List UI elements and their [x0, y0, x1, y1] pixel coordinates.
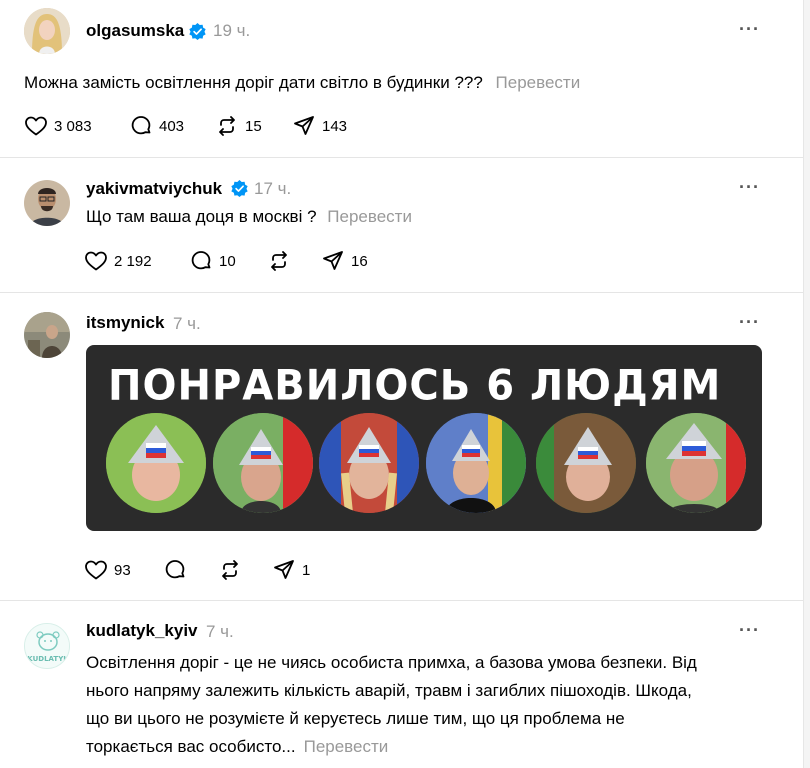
- face-5: [536, 413, 636, 513]
- more-icon[interactable]: ···: [739, 19, 760, 40]
- like-count: 93: [114, 561, 131, 579]
- avatar[interactable]: KUDLATYK: [24, 623, 70, 669]
- more-icon[interactable]: ···: [739, 177, 760, 198]
- reply-count: 10: [219, 252, 236, 270]
- post-yakivmatviychuk: yakivmatviychuk 17 ч. ··· Що там ваша до…: [0, 158, 803, 293]
- avatar[interactable]: [24, 8, 70, 54]
- face-6: [646, 413, 746, 513]
- post-image-caption: ПОНРАВИЛОСЬ 6 ЛЮДЯМ: [108, 361, 722, 411]
- post-time[interactable]: 17 ч.: [254, 179, 291, 199]
- post-text: Що там ваша доця в москві ? Перевести: [86, 203, 412, 231]
- heart-icon: [85, 251, 107, 271]
- share-count: 1: [302, 561, 311, 579]
- reply-icon: [191, 251, 211, 270]
- reply-count: 403: [159, 117, 185, 135]
- username[interactable]: itsmynick: [86, 313, 164, 333]
- post-text-content: Що там ваша доця в москві ?: [86, 207, 317, 226]
- avatar[interactable]: [24, 180, 70, 226]
- translate-link[interactable]: Перевести: [496, 73, 581, 92]
- repost-button[interactable]: [218, 558, 242, 582]
- post-actions: 2 192 10 16: [84, 249, 484, 273]
- more-icon[interactable]: ···: [739, 312, 760, 333]
- heart-icon: [85, 560, 107, 580]
- reply-icon: [131, 116, 151, 135]
- post-actions: 93 1: [84, 558, 484, 582]
- share-count: 16: [351, 252, 368, 270]
- repost-icon: [222, 560, 238, 580]
- share-button[interactable]: 1: [272, 558, 310, 582]
- translate-link[interactable]: Перевести: [327, 207, 412, 226]
- repost-icon: [219, 116, 235, 136]
- username[interactable]: olgasumska: [86, 21, 184, 41]
- like-button[interactable]: 93: [84, 558, 131, 582]
- scrollbar[interactable]: [803, 0, 810, 768]
- avatar-logo-text: KUDLATYK: [27, 655, 69, 663]
- repost-count: 15: [245, 117, 262, 135]
- verified-badge-icon: [231, 180, 248, 197]
- face-4: [426, 413, 526, 513]
- share-icon: [294, 116, 314, 135]
- more-icon[interactable]: ···: [739, 620, 760, 641]
- username[interactable]: yakivmatviychuk: [86, 179, 222, 199]
- face-3: [319, 413, 419, 513]
- post-text-line: торкається вас особисто...: [86, 737, 296, 756]
- post-text-line: що ви цього не розумієте й керуєтесь лиш…: [86, 709, 625, 728]
- post-time[interactable]: 7 ч.: [173, 314, 201, 334]
- post-image[interactable]: ПОНРАВИЛОСЬ 6 ЛЮДЯМ: [86, 345, 762, 531]
- repost-button[interactable]: [267, 249, 291, 273]
- share-button[interactable]: 143: [292, 114, 347, 138]
- repost-icon: [271, 251, 287, 271]
- post-text-line: Освітлення доріг - це не чиясь особиста …: [86, 653, 697, 672]
- post-text: Можна замість освітлення доріг дати світ…: [24, 69, 580, 97]
- share-button[interactable]: 16: [321, 249, 368, 273]
- post-time[interactable]: 19 ч.: [213, 21, 250, 41]
- reply-button[interactable]: 10: [189, 249, 236, 273]
- face-1: [106, 413, 206, 513]
- post-text-line: нього напряму залежить кількість аварій,…: [86, 681, 692, 700]
- share-icon: [323, 251, 343, 270]
- verified-badge-icon: [189, 23, 206, 40]
- like-button[interactable]: 3 083: [24, 114, 92, 138]
- avatar[interactable]: [24, 312, 70, 358]
- like-button[interactable]: 2 192: [84, 249, 152, 273]
- post-kudlatyk_kyiv: KUDLATYK kudlatyk_kyiv 7 ч. ··· Освітлен…: [0, 601, 803, 768]
- heart-icon: [25, 116, 47, 136]
- post-olgasumska: olgasumska 19 ч. ··· Можна замість освіт…: [0, 0, 803, 158]
- reply-button[interactable]: 403: [129, 114, 184, 138]
- repost-button[interactable]: 15: [215, 114, 262, 138]
- translate-link[interactable]: Перевести: [304, 737, 389, 756]
- post-text: Освітлення доріг - це не чиясь особиста …: [86, 649, 766, 761]
- post-time[interactable]: 7 ч.: [206, 622, 234, 642]
- share-count: 143: [322, 117, 348, 135]
- username[interactable]: kudlatyk_kyiv: [86, 621, 198, 641]
- like-count: 2 192: [114, 252, 152, 270]
- share-icon: [274, 560, 294, 579]
- post-text-content: Можна замість освітлення доріг дати світ…: [24, 73, 483, 92]
- face-2: [213, 413, 313, 513]
- reply-icon: [165, 560, 185, 579]
- like-count: 3 083: [54, 117, 92, 135]
- reply-button[interactable]: [163, 558, 187, 582]
- post-actions: 3 083 403 15 143: [24, 114, 424, 138]
